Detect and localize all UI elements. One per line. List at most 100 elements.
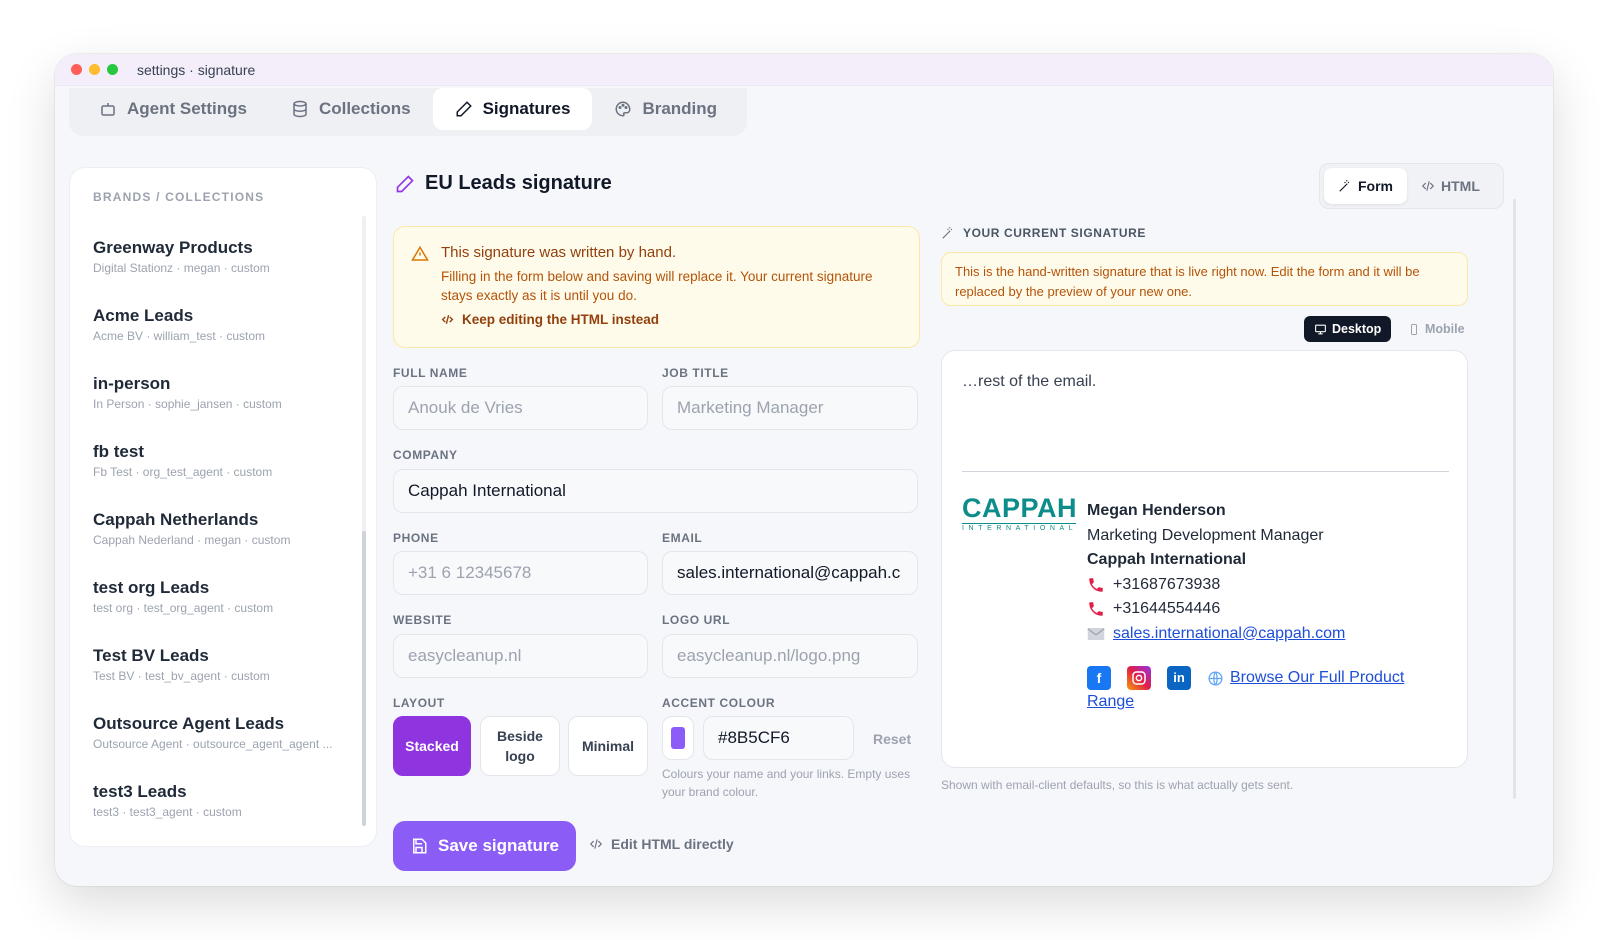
job-title-input[interactable]: Marketing Manager [662,386,918,430]
html-mode-button[interactable]: HTML [1407,168,1494,204]
website-input[interactable]: easycleanup.nl [393,634,648,678]
sidebar-item-outsource-agent-leads[interactable]: Outsource Agent Leads Outsource Agent · o… [93,714,353,782]
logo-url-input[interactable]: easycleanup.nl/logo.png [662,634,918,678]
sidebar-item-greenway-products[interactable]: Greenway Products Digital Stationz · mega… [93,238,353,306]
close-window-button[interactable] [71,64,82,75]
current-signature-label: YOUR CURRENT SIGNATURE [941,226,1146,240]
sidebar-item-in-person[interactable]: in-person In Person · sophie_jansen · cus… [93,374,353,442]
item-meta: Fb Test · org_test_agent · custom [93,465,273,479]
email-link[interactable]: sales.international@cappah.com [1113,622,1345,647]
item-name: Test BV Leads [93,646,209,665]
item-name: test org Leads [93,578,210,597]
form-mode-label: Form [1358,178,1393,194]
keep-editing-label: Keep editing the HTML instead [462,312,660,327]
editor-mode-toggle: Form HTML [1319,163,1504,209]
live-signature-notice: This is the hand-written signature that … [941,252,1468,306]
company-input[interactable]: Cappah International [393,469,918,513]
item-name: in-person [93,374,171,393]
magic-wand-icon [1339,180,1350,192]
instagram-icon[interactable] [1127,666,1151,690]
accent-colour-swatch[interactable] [662,716,694,760]
layout-minimal-button[interactable]: Minimal [568,716,648,776]
phone-label: PHONE [393,531,439,545]
palette-icon [615,101,631,117]
accent-colour-label: ACCENT COLOUR [662,696,776,710]
phone-input[interactable]: +31 6 12345678 [393,551,648,595]
sidebar-scroll-thumb[interactable] [362,531,366,826]
mobile-label: Mobile [1425,322,1465,336]
sidebar-item-fb-test[interactable]: fb test Fb Test · org_test_agent · custom [93,442,353,510]
sidebar-heading: BRANDS / COLLECTIONS [93,190,265,204]
edit-html-label: Edit HTML directly [611,836,734,852]
desktop-preview-button[interactable]: Desktop [1304,316,1392,342]
email-label: EMAIL [662,531,703,545]
layout-beside-logo-button[interactable]: Beside logo [480,716,560,776]
pen-icon [396,174,414,192]
tab-collections[interactable]: Collections [269,88,433,130]
logo-wordmark: CAPPAH [962,493,1078,523]
company-logo: CAPPAH INTERNATIONAL [962,493,1078,532]
accent-colour-input[interactable]: #8B5CF6 [703,716,854,760]
email-input[interactable]: sales.international@cappah.c [662,551,918,595]
title-bar: settings · signature [55,54,1553,86]
handwritten-warning: This signature was written by hand. Fill… [393,226,920,348]
facebook-icon[interactable]: f [1087,666,1111,690]
tab-branding[interactable]: Branding [592,88,739,130]
mobile-preview-button[interactable]: Mobile [1398,316,1475,342]
warning-body: Filling in the form below and saving wil… [441,269,873,303]
edit-html-directly-link[interactable]: Edit HTML directly [589,836,734,852]
item-name: Cappah Netherlands [93,510,259,529]
website-label: WEBSITE [393,613,452,627]
reset-colour-button[interactable]: Reset [873,731,911,747]
social-icons: f in [1087,666,1224,690]
logo-subtitle: INTERNATIONAL [962,523,1078,532]
accent-colour-hint: Colours your name and your links. Empty … [662,767,911,799]
tab-label: Branding [642,99,718,118]
sidebar-item-cappah-netherlands[interactable]: Cappah Netherlands Cappah Nederland · meg… [93,510,353,578]
signature-email: sales.international@cappah.com [1087,622,1437,647]
item-name: test3 Leads [93,782,187,801]
keep-editing-html-link[interactable]: Keep editing the HTML instead [441,312,659,327]
tab-agent-settings[interactable]: Agent Settings [77,88,269,130]
brand-list: Greenway Products Digital Stationz · mega… [93,238,353,850]
brands-sidebar: BRANDS / COLLECTIONS Greenway Products Di… [69,167,377,847]
swatch-fill [671,727,685,749]
full-name-label: FULL NAME [393,366,468,380]
save-icon [413,838,427,854]
sidebar-item-acme-leads[interactable]: Acme Leads Acme BV · william_test · custo… [93,306,353,374]
signature-details: Megan Henderson Marketing Development Ma… [1087,499,1437,646]
rest-of-email-text: …rest of the email. [962,373,1097,390]
tab-signatures[interactable]: Signatures [432,88,593,130]
company-label: COMPANY [393,448,458,462]
form-mode-button[interactable]: Form [1324,168,1407,204]
phone-icon [1089,602,1103,616]
code-icon [1421,181,1435,191]
linkedin-icon[interactable]: in [1167,666,1191,690]
sidebar-item-test-bv-leads[interactable]: Test BV Leads Test BV · test_bv_agent · c… [93,646,353,714]
minimize-window-button[interactable] [89,64,100,75]
settings-tabs: Agent Settings Collections Signatures Br… [69,88,748,136]
phone-1-text: +31687673938 [1113,575,1221,593]
tab-label: Collections [318,99,411,118]
phone-icon [1411,323,1417,335]
item-name: Acme Leads [93,306,194,325]
full-name-input[interactable]: Anouk de Vries [393,386,648,430]
page-title-text: EU Leads signature [425,172,612,194]
signature-phone-2: +31644554446 [1087,597,1437,622]
item-meta: Cappah Nederland · megan · custom [93,533,291,547]
save-signature-button[interactable]: Save signature [393,821,576,871]
main-scrollbar[interactable] [1513,199,1516,799]
signature-title: Marketing Development Manager [1087,526,1324,544]
maximize-window-button[interactable] [107,64,118,75]
layout-stacked-button[interactable]: Stacked [393,716,471,776]
tab-label: Signatures [482,99,571,118]
monitor-icon [1315,324,1326,334]
sidebar-item-test-org-leads[interactable]: test org Leads test org · test_org_agent … [93,578,353,646]
signature-phone-1: +31687673938 [1087,573,1437,598]
bot-icon [101,103,115,116]
phone-2-text: +31644554446 [1113,600,1221,617]
current-signature-text: YOUR CURRENT SIGNATURE [963,226,1146,240]
sidebar-scrollbar[interactable] [362,216,366,826]
sidebar-item-test3-leads[interactable]: test3 Leads test3 · test3_agent · custom [93,782,353,850]
item-meta: test org · test_org_agent · custom [93,601,274,615]
